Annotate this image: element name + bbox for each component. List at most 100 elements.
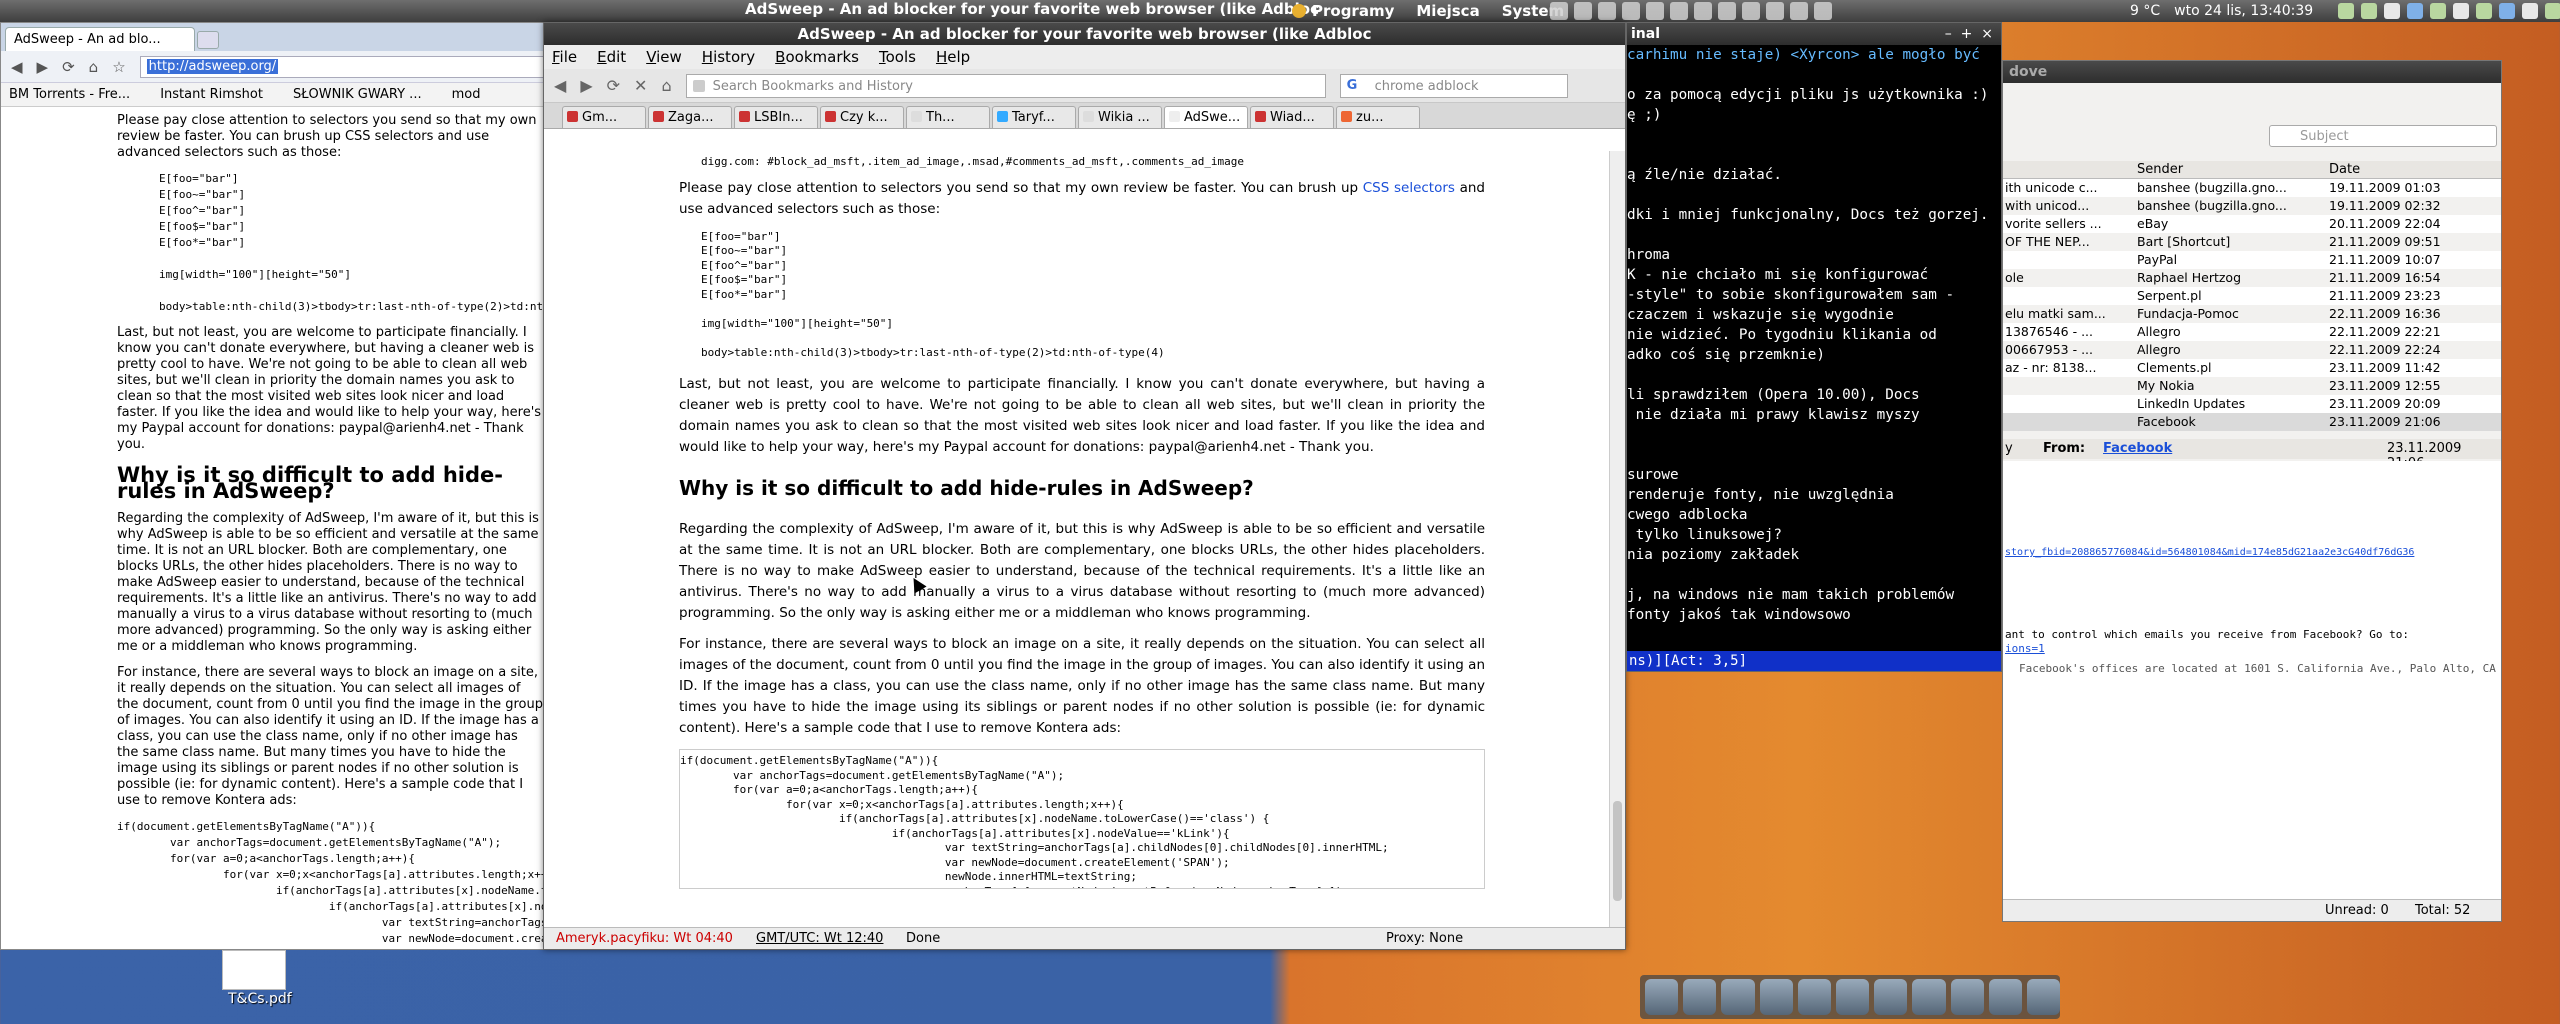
- launcher-icon[interactable]: [1646, 2, 1664, 20]
- tray-icon[interactable]: [2499, 3, 2515, 19]
- tray-icon[interactable]: [2384, 3, 2400, 19]
- launcher-icon[interactable]: [1694, 2, 1712, 20]
- tab-zu[interactable]: zu...: [1336, 106, 1420, 128]
- message-row[interactable]: vorite sellers ... eBay 20.11.2009 22:04: [2003, 215, 2501, 233]
- launcher-icon[interactable]: [1598, 2, 1616, 20]
- launcher-icon[interactable]: [1742, 2, 1760, 20]
- message-row[interactable]: 00667953 - ... Allegro 22.11.2009 22:24: [2003, 341, 2501, 359]
- menu-file[interactable]: File: [552, 48, 577, 66]
- window-controls[interactable]: – + ×: [1945, 23, 1993, 45]
- bookmark-bm-torrents[interactable]: BM Torrents - Fre...: [9, 87, 130, 102]
- message-row[interactable]: with unicod... banshee (bugzilla.gno... 19…: [2003, 197, 2501, 215]
- pdf-file-icon[interactable]: [222, 950, 286, 990]
- menu-help[interactable]: Help: [936, 48, 970, 66]
- menu-programy[interactable]: Programy: [1292, 2, 1394, 20]
- weather-temp[interactable]: 9 °C: [2130, 3, 2160, 19]
- css-selectors-link[interactable]: CSS selectors: [1363, 180, 1455, 196]
- menu-edit[interactable]: Edit: [597, 48, 626, 66]
- tray-icon[interactable]: [2430, 3, 2446, 19]
- launcher-icon[interactable]: [1683, 979, 1717, 1015]
- star-icon[interactable]: ☆: [112, 58, 125, 76]
- launcher-icon[interactable]: [1645, 979, 1679, 1015]
- launcher-icon[interactable]: [1574, 2, 1592, 20]
- message-row[interactable]: ole Raphael Hertzog 21.11.2009 16:54: [2003, 269, 2501, 287]
- back-icon[interactable]: ◀: [11, 58, 23, 76]
- launcher-icon[interactable]: [1759, 979, 1793, 1015]
- bookmark-mod[interactable]: mod: [452, 87, 481, 102]
- tab-adsweep[interactable]: AdSwe...: [1164, 106, 1248, 128]
- terminal-icon[interactable]: [1721, 979, 1755, 1015]
- launcher-icon[interactable]: [1950, 979, 1984, 1015]
- menu-miejsca[interactable]: Miejsca: [1416, 2, 1479, 20]
- launcher-icon[interactable]: [1670, 2, 1688, 20]
- menu-history[interactable]: History: [702, 48, 755, 66]
- proxy-status[interactable]: Proxy: None: [1386, 931, 1463, 946]
- tab-wikia[interactable]: Wikia ...: [1078, 106, 1162, 128]
- location-bar[interactable]: Search Bookmarks and History: [685, 73, 1326, 98]
- terminal-output[interactable]: carhimu nie staje) <Xyrcon> ale mogło by…: [1627, 45, 2001, 625]
- launcher-icon[interactable]: [2026, 979, 2061, 1015]
- message-link[interactable]: story_fbid=208865776084&id=564801084&mid…: [2005, 545, 2414, 561]
- tray-icon[interactable]: [2522, 3, 2538, 19]
- skype-icon[interactable]: [1797, 979, 1831, 1015]
- message-row[interactable]: 13876546 - ... Allegro 22.11.2009 22:21: [2003, 323, 2501, 341]
- col-date[interactable]: Date: [2329, 162, 2360, 177]
- message-row[interactable]: PayPal 21.11.2009 10:07: [2003, 251, 2501, 269]
- stop-icon[interactable]: ✕: [634, 76, 647, 95]
- tab-adsweep[interactable]: AdSweep - An ad blo...: [5, 27, 195, 51]
- tab-czy[interactable]: Czy k...: [820, 106, 904, 128]
- message-row[interactable]: ith unicode c... banshee (bugzilla.gno...…: [2003, 179, 2501, 197]
- tray-icon[interactable]: [2545, 3, 2560, 19]
- tray-icon[interactable]: [2476, 3, 2492, 19]
- vertical-scrollbar[interactable]: [1609, 151, 1625, 929]
- launcher-icon[interactable]: [1550, 2, 1568, 20]
- message-row[interactable]: az - nr: 8138... Clements.pl 23.11.2009 11…: [2003, 359, 2501, 377]
- col-sender[interactable]: Sender: [2137, 162, 2183, 177]
- bookmark-slownik[interactable]: SŁOWNIK GWARY ...: [293, 87, 422, 102]
- pdf-file-label[interactable]: T&Cs.pdf: [228, 991, 292, 1007]
- launcher-icon[interactable]: [1814, 2, 1832, 20]
- from-value[interactable]: Facebook: [2103, 441, 2172, 456]
- launcher-icon[interactable]: [1622, 2, 1640, 20]
- address-bar[interactable]: http://adsweep.org/: [139, 55, 547, 78]
- search-box[interactable]: chrome adblock: [1339, 73, 1568, 98]
- bookmark-instant-rimshot[interactable]: Instant Rimshot: [160, 87, 263, 102]
- home-icon[interactable]: ⌂: [661, 76, 671, 95]
- scrollbar-thumb[interactable]: [1613, 801, 1622, 901]
- message-row[interactable]: LinkedIn Updates 23.11.2009 20:09: [2003, 395, 2501, 413]
- launcher-icon[interactable]: [1835, 979, 1870, 1015]
- launcher-icon[interactable]: [1766, 2, 1784, 20]
- message-link[interactable]: ions=1: [2005, 641, 2045, 657]
- launcher-icon[interactable]: [1718, 2, 1736, 20]
- message-row[interactable]: Serpent.pl 21.11.2009 23:23: [2003, 287, 2501, 305]
- home-icon[interactable]: ⌂: [89, 58, 99, 76]
- tab-wiad[interactable]: Wiad...: [1250, 106, 1334, 128]
- clock[interactable]: wto 24 lis, 13:40:39: [2174, 3, 2313, 19]
- menu-bookmarks[interactable]: Bookmarks: [775, 48, 859, 66]
- message-row[interactable]: elu matki sam... Fundacja-Pomoc 22.11.2009…: [2003, 305, 2501, 323]
- chrome-icon[interactable]: [1988, 979, 2022, 1015]
- message-row[interactable]: My Nokia 23.11.2009 12:55: [2003, 377, 2501, 395]
- message-row[interactable]: OF THE NEP... Bart [Shortcut] 21.11.2009 0…: [2003, 233, 2501, 251]
- tray-icon[interactable]: [2361, 3, 2377, 19]
- reload-icon[interactable]: ⟳: [62, 58, 75, 76]
- tab-th[interactable]: Th...: [906, 106, 990, 128]
- new-tab-button[interactable]: [197, 31, 219, 49]
- reload-icon[interactable]: ⟳: [607, 76, 620, 95]
- tray-icon[interactable]: [2338, 3, 2354, 19]
- tray-icon[interactable]: [2407, 3, 2423, 19]
- tray-icon[interactable]: [2453, 3, 2469, 19]
- forward-icon[interactable]: ▶: [580, 76, 592, 95]
- launcher-icon[interactable]: [1874, 979, 1908, 1015]
- forward-icon[interactable]: ▶: [37, 58, 49, 76]
- tab-gmail[interactable]: Gm...: [562, 106, 646, 128]
- menu-tools[interactable]: Tools: [879, 48, 916, 66]
- message-row[interactable]: Facebook 23.11.2009 21:06: [2003, 413, 2501, 431]
- tab-taryf[interactable]: Taryf...: [992, 106, 1076, 128]
- tab-zaga[interactable]: Zaga...: [648, 106, 732, 128]
- tab-lsbin[interactable]: LSBIn...: [734, 106, 818, 128]
- mail-search-input[interactable]: Subject: [2269, 125, 2497, 147]
- back-icon[interactable]: ◀: [554, 76, 566, 95]
- thunderbird-icon[interactable]: [1912, 979, 1946, 1015]
- launcher-icon[interactable]: [1790, 2, 1808, 20]
